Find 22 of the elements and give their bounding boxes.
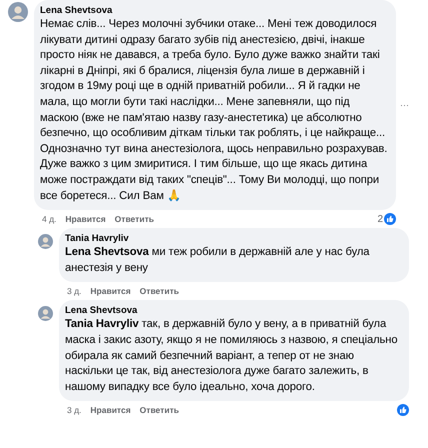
comment-text: Немає слів... Через молочні зубчики отаке... Мені теж доводилося лікувати дитині одразу багато зубів під анестезією, двічі, інакше просто ніяк не давався, а треба було. Було дуже важко знайти такі лікарні в Дніпрі, які б бралися, ліцензія була лише в державній і згодом в 19му році ще в одній приватній робили... Я й гадки не мала, що могли бути такі наслідки... Мене запевняли, що під маскою (вже не пам'ятаю назву газу-анестетика) це абсолютно безпечно, що особливим діткам тільки так роблять, і це найкраще... Однозначно тут вина анестезіолога, щось неправильно розрахував. Дуже важко з цим змиритися. І тим більше, що ще якась дитина може постраждати від таких "спеців"... Тому Ви молодці, що попри все боретеся... Сил Вам 🙏 [40, 17, 388, 204]
avatar[interactable] [38, 306, 53, 322]
reply-link[interactable]: Ответить [140, 405, 179, 416]
comment-text: Tania Havryliv так, в державній було у вену, а в приватній була маска і закис азоту, якщо я не помиляюсь з назвою, я спеціально обирала як самий безпечний варіант, а тепер от не знаю наскільки це так, від анестезіолога дуже багато залежить, в нашому випадку все було ідеально, хоча дорого. [65, 317, 398, 395]
author-name[interactable]: Lena Shevtsova [65, 305, 401, 318]
comment-text: Lena Shevtsova ми теж робили в державній але у нас була анестезія у вену [65, 245, 370, 276]
reply-link[interactable]: Ответить [140, 286, 179, 296]
author-name[interactable]: Lena Shevtsova [40, 5, 388, 17]
timestamp: 3 д. [67, 405, 82, 416]
like-link[interactable]: Нравится [65, 214, 106, 224]
reaction-count: 2 [377, 214, 383, 225]
like-link[interactable]: Нравится [90, 286, 131, 296]
thumbs-up-icon[interactable] [384, 213, 396, 226]
timestamp: 3 д. [67, 286, 82, 296]
timestamp: 4 д. [42, 214, 56, 224]
author-name[interactable]: Tania Havryliv [65, 233, 401, 246]
reply-link[interactable]: Ответить [114, 214, 154, 224]
avatar[interactable] [8, 2, 28, 22]
avatar[interactable] [38, 234, 53, 250]
more-options-icon[interactable]: ··· [400, 100, 409, 110]
thumbs-up-icon[interactable] [397, 404, 409, 416]
like-link[interactable]: Нравится [90, 405, 131, 416]
